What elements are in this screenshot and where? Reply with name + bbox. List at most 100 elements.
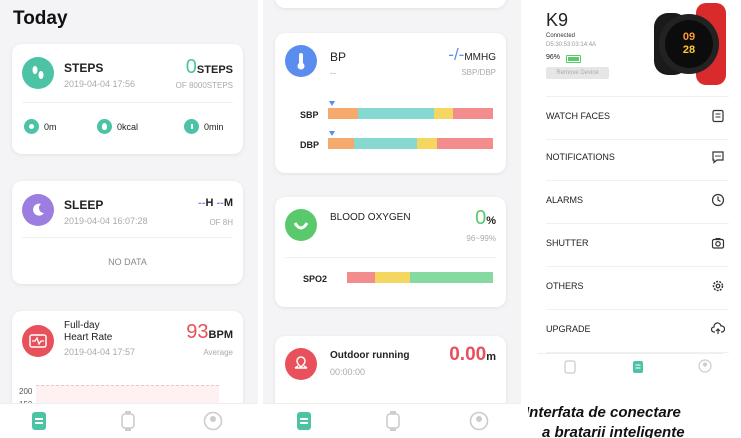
spo2-bar [347,272,493,283]
bp-card[interactable]: BP -- -/-MMHG SBP/DBP SBP DBP [275,33,506,173]
divider [22,102,233,103]
menu-item-label: ALARMS [546,195,584,205]
location-icon [24,119,39,134]
tab-profile-icon[interactable] [698,359,712,378]
tab-profile-icon[interactable] [469,411,489,431]
sleep-card[interactable]: SLEEP 2019-04-04 16:07:28 --H --M OF 8H … [12,181,243,284]
sleep-goal: OF 8H [209,218,233,227]
steps-value-block: 0STEPS [186,56,233,79]
sleep-date: 2019-04-04 16:07:28 [64,216,148,226]
sbp-label: SBP [300,110,319,120]
camera-icon [711,238,725,249]
divider [285,257,496,258]
menu-item-notifications[interactable]: NOTIFICATIONS [546,138,729,181]
steps-title: STEPS [64,61,104,75]
bp-dash: -- [330,68,336,78]
duration-value: 0min [204,122,224,132]
sleep-value-block: --H --M [198,197,233,209]
clock-icon [711,193,725,207]
divider [22,237,233,238]
tab-today-icon[interactable] [30,411,50,431]
steps-goal: OF 8000STEPS [175,81,233,90]
menu-item-others[interactable]: OTHERS [546,267,729,310]
bottom-tab-bar [263,403,521,438]
dbp-label: DBP [300,140,320,150]
today-panel: Today STEPS 2019-04-04 17:56 0STEPS OF 8… [0,0,258,438]
device-panel: K9 Connected D5:30:53:03:14:4A 96% Remov… [528,0,741,438]
sleep-title: SLEEP [64,198,104,212]
heart-date: 2019-04-04 17:57 [64,347,136,357]
steps-value: 0 [185,56,197,78]
svg-text:09: 09 [683,31,695,43]
dbp-marker-icon [329,131,335,136]
steps-card[interactable]: STEPS 2019-04-04 17:56 0STEPS OF 8000STE… [12,44,243,154]
health-panel: BP -- -/-MMHG SBP/DBP SBP DBP BLOOD OXYG… [263,0,521,438]
sleep-no-data: NO DATA [108,257,147,267]
running-time: 00:00:00 [330,367,366,377]
menu-item-upgrade[interactable]: UPGRADE [546,310,729,353]
menu-item-watch-faces[interactable]: WATCH FACES [546,96,729,140]
bp-value: -/- [448,45,465,64]
menu-item-shutter[interactable]: SHUTTER [546,224,729,267]
device-tab-bar [538,353,723,380]
bp-sub: SBP/DBP [461,68,496,77]
calories-value: 0kcal [117,122,139,132]
tab-device-icon[interactable] [632,359,644,380]
sleep-minutes-unit: M [223,197,233,209]
heart-sub: Average [203,348,233,357]
blood-oxygen-card[interactable]: BLOOD OXYGEN 0% 96~99% SPO2 [275,197,506,307]
tab-profile-icon[interactable] [203,411,223,431]
heart-value-block: 93BPM [186,321,233,344]
menu-item-label: OTHERS [546,281,584,291]
cloud-upload-icon [711,322,725,334]
tab-today-icon[interactable] [295,411,315,431]
menu-item-alarms[interactable]: ALARMS [546,181,729,224]
oxygen-unit: % [486,215,496,227]
menu-item-label: WATCH FACES [546,111,611,121]
bottom-tab-bar [0,403,258,438]
footprints-icon [22,57,54,89]
heart-title-line2: Heart Rate [64,332,113,343]
moon-icon [22,194,54,226]
page-title: Today [13,8,68,29]
bp-value-block: -/-MMHG [448,45,496,65]
device-status: Connected [546,33,576,39]
chart-label-200: 200 [19,387,33,396]
menu-item-label: SHUTTER [546,238,589,248]
running-value-block: 0.00m [449,344,496,366]
heart-unit: BPM [208,329,233,341]
sleep-minutes-value: -- [216,197,224,209]
dbp-bar [328,138,493,149]
steps-unit: STEPS [196,64,233,76]
tab-today-icon[interactable] [564,360,576,379]
device-mac: D5:30:53:03:14:4A [546,42,597,48]
menu-item-label: UPGRADE [546,324,591,334]
bp-title: BP [330,50,347,64]
caption-line2: a bratarii inteligente [542,424,685,438]
running-value: 0.00 [449,344,487,365]
sbp-bar [328,108,493,119]
oxygen-drop-icon [285,209,317,241]
oxygen-title: BLOOD OXYGEN [330,212,411,223]
steps-date: 2019-04-04 17:56 [64,79,136,89]
caption-line1: Interfata de conectare [528,404,681,421]
distance-value: 0m [44,122,57,132]
map-pin-icon [285,348,317,380]
svg-text:28: 28 [683,44,695,56]
heart-value: 93 [186,321,209,343]
spo2-label: SPO2 [303,274,328,284]
tab-device-icon[interactable] [119,411,139,431]
oxygen-range: 96~99% [466,234,496,243]
watch-face-icon [712,109,724,123]
oxygen-value: 0 [475,207,487,229]
battery-level: 96% [546,54,561,61]
bp-unit: MMHG [464,52,496,63]
oxygen-value-block: 0% [475,207,496,230]
watch-image: 09 28 [652,3,730,85]
menu-item-label: NOTIFICATIONS [546,152,615,162]
running-unit: m [486,351,496,363]
clock-icon [184,119,199,134]
running-title: Outdoor running [330,350,410,361]
tab-device-icon[interactable] [384,411,404,431]
remove-device-button[interactable]: Remove Device [546,67,609,79]
